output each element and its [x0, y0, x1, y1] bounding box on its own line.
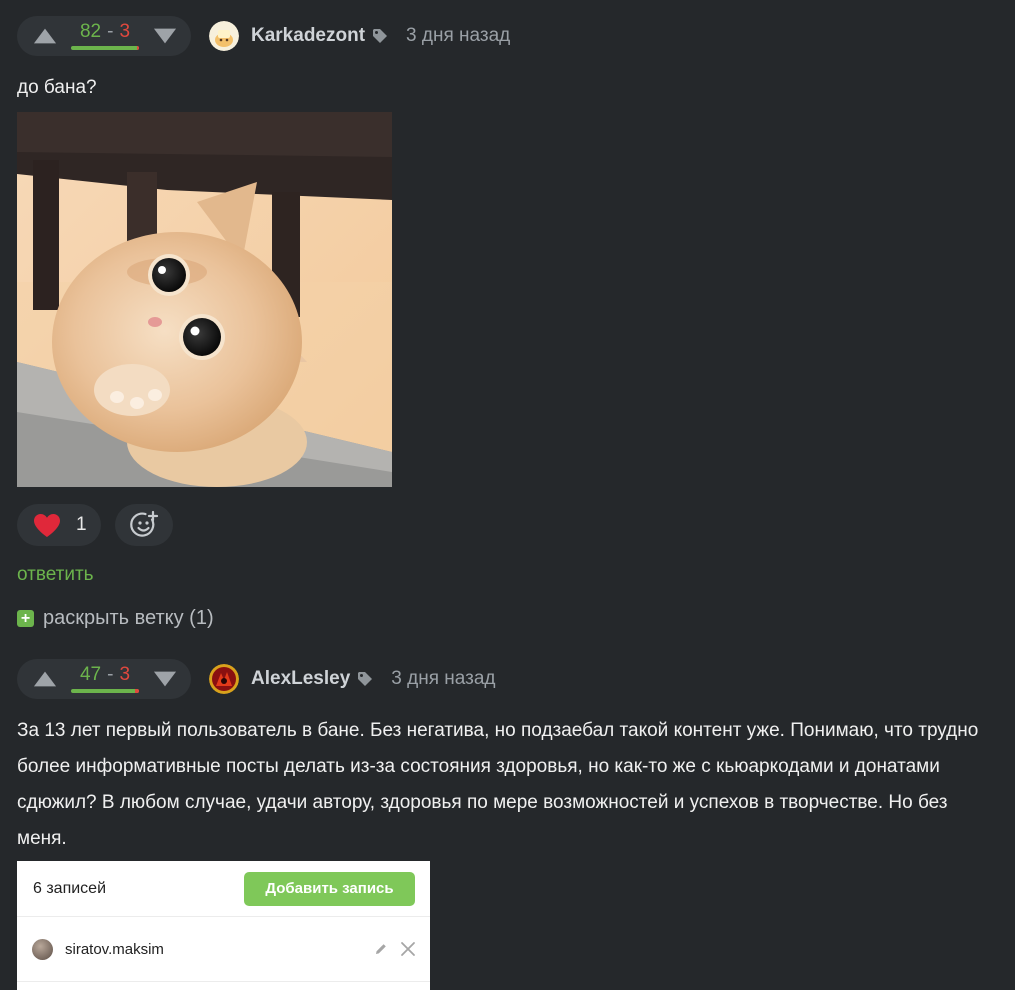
upvote-button[interactable]	[33, 669, 57, 689]
downvote-button[interactable]	[153, 669, 177, 689]
author-name[interactable]: AlexLesley	[251, 668, 350, 690]
reactions: 1	[17, 504, 510, 546]
list-item: siratov.maksim	[17, 917, 430, 982]
add-emoji-icon	[129, 510, 158, 537]
add-reaction-button[interactable]	[114, 504, 173, 546]
avatar[interactable]	[209, 21, 239, 51]
tag-icon[interactable]	[357, 671, 373, 687]
triangle-up-icon	[33, 671, 57, 687]
panel-header: 6 записей Добавить запись	[17, 861, 430, 917]
reply-link[interactable]: ответить	[17, 564, 510, 586]
close-icon	[400, 941, 416, 957]
rating-bar-negative	[134, 689, 139, 693]
cat-photo[interactable]	[17, 112, 392, 487]
rating-plus: 47	[79, 664, 102, 685]
user-name: siratov.maksim	[65, 940, 164, 958]
comment: 47 - 3 AlexLesley 3 дня назад За 13 лет …	[17, 659, 997, 857]
expand-thread-label: раскрыть ветку (1)	[43, 607, 214, 629]
rating-minus: 3	[119, 664, 131, 685]
rating-plus: 82	[79, 21, 102, 42]
rating-widget: 47 - 3	[17, 659, 191, 699]
add-record-button: Добавить запись	[244, 871, 415, 906]
rating-widget: 82 - 3	[17, 16, 191, 56]
rating-bar-negative	[136, 46, 139, 50]
embedded-screenshot[interactable]: 6 записей Добавить запись siratov.maksim	[17, 861, 430, 990]
rating-score: 82 - 3	[57, 22, 153, 50]
rating-separator: -	[107, 664, 114, 685]
rating-minus: 3	[119, 21, 131, 42]
pencil-icon	[374, 942, 388, 956]
plus-icon: +	[17, 610, 34, 627]
like-button[interactable]: 1	[17, 504, 101, 546]
author-name[interactable]: Karkadezont	[251, 25, 365, 47]
rating-separator: -	[107, 21, 114, 42]
triangle-up-icon	[33, 28, 57, 44]
comment-text: до бана?	[17, 77, 97, 98]
avatar	[32, 938, 53, 960]
tag-icon[interactable]	[372, 28, 388, 44]
rating-bar	[71, 689, 139, 693]
timestamp[interactable]: 3 дня назад	[391, 668, 495, 690]
comment-header: 47 - 3 AlexLesley 3 дня назад	[17, 659, 997, 699]
comment-header: 82 - 3 Karkadezont 3 дня назад	[17, 16, 510, 56]
timestamp[interactable]: 3 дня назад	[406, 25, 510, 47]
expand-thread-link[interactable]: + раскрыть ветку (1)	[17, 607, 510, 630]
upvote-button[interactable]	[33, 26, 57, 46]
triangle-down-icon	[153, 671, 177, 687]
triangle-down-icon	[153, 28, 177, 44]
comment-text: За 13 лет первый пользователь в бане. Бе…	[17, 720, 979, 849]
downvote-button[interactable]	[153, 26, 177, 46]
comment: 82 - 3 Karkadezont 3 дня назад до бана? …	[17, 16, 510, 630]
like-count: 1	[76, 514, 87, 535]
avatar[interactable]	[209, 664, 239, 694]
rating-score: 47 - 3	[57, 665, 153, 693]
rating-bar	[71, 46, 139, 50]
heart-icon	[34, 513, 60, 537]
records-count: 6 записей	[33, 879, 107, 897]
